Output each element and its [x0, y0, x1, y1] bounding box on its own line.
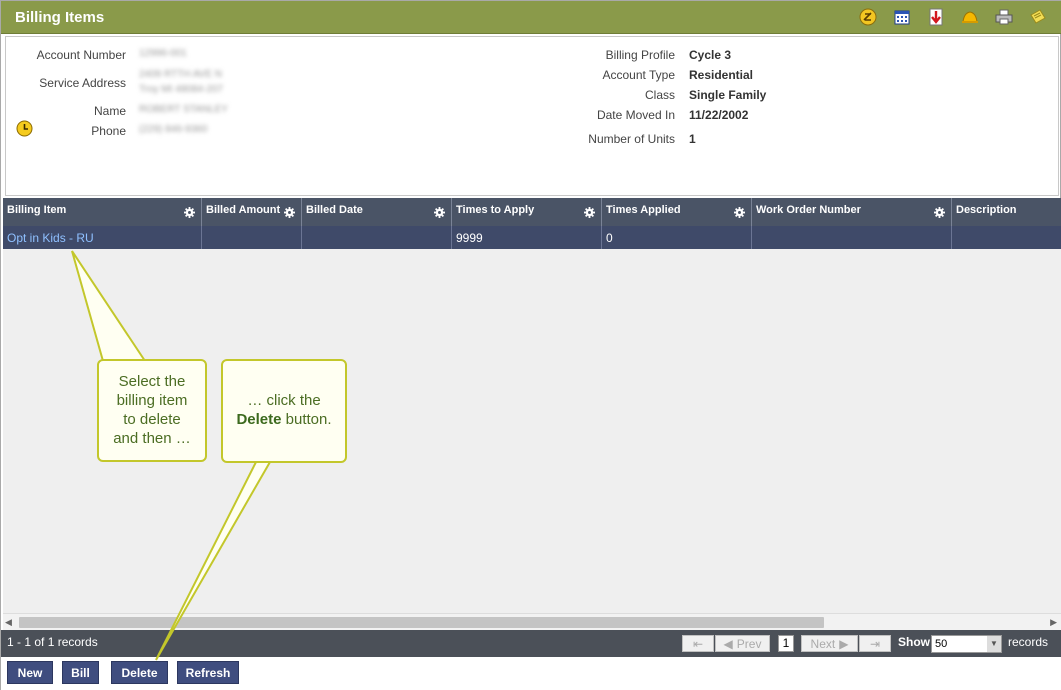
callout-2-line: … click the [247, 392, 321, 409]
scrollbar-thumb[interactable] [19, 617, 824, 628]
callout-1-line: Select the [118, 373, 186, 390]
billed-amount-cell [202, 226, 302, 249]
bill-button[interactable]: Bill [62, 661, 99, 684]
name-value-redacted: ROBERT STANLEY [139, 104, 228, 115]
billing-item-link[interactable]: Opt in Kids - RU [3, 226, 202, 249]
callout-1-line: to delete [123, 411, 181, 428]
current-page-input[interactable]: 1 [778, 635, 794, 652]
billing-items-panel: Billing Items Account Number 12996-001 S… [0, 0, 1061, 690]
notes-icon[interactable] [858, 8, 878, 26]
date-moved-in-label: Date Moved In [596, 108, 675, 122]
title-bar: Billing Items [1, 1, 1061, 34]
next-page-button[interactable]: Next ▶ [801, 635, 858, 652]
calendar-icon[interactable] [892, 8, 912, 26]
account-number-value-redacted: 12996-001 [139, 48, 187, 59]
column-header-billed-amount[interactable]: Billed Amount [202, 198, 302, 226]
callout-1-line: and then … [113, 430, 191, 447]
class-label: Class [644, 88, 675, 102]
callout-2-rest: button. [281, 411, 332, 428]
callout-1-line: billing item [116, 392, 188, 409]
account-type-label: Account Type [602, 68, 676, 82]
show-label: Show [898, 635, 930, 649]
column-header-label: Work Order Number [756, 204, 861, 216]
callout-2-bold: Delete [236, 411, 282, 428]
table-row[interactable]: Opt in Kids - RU 9999 0 [3, 226, 1061, 249]
column-header-label: Times to Apply [456, 204, 535, 216]
prev-page-button[interactable]: ◀ Prev [715, 635, 770, 652]
phone-label: Phone [91, 124, 126, 138]
records-label: records [1008, 635, 1049, 649]
billing-profile-label: Billing Profile [605, 48, 675, 62]
scroll-right-arrow-icon[interactable]: ▶ [1050, 617, 1057, 628]
column-header-label: Billed Date [306, 204, 363, 216]
column-header-times-to-apply[interactable]: Times to Apply [452, 198, 602, 226]
column-header-billing-item[interactable]: Billing Item [3, 198, 202, 226]
last-page-button[interactable]: ⇥ [859, 635, 891, 652]
first-page-icon: ⇤ [692, 636, 704, 651]
scroll-left-arrow-icon[interactable]: ◀ [5, 617, 12, 628]
date-moved-in-value: 11/22/2002 [689, 108, 749, 122]
next-label: Next [810, 636, 836, 651]
page-size-value: 50 [935, 638, 948, 650]
sticky-note-icon[interactable] [1028, 8, 1048, 26]
column-settings-gear-icon[interactable] [284, 207, 295, 218]
record-summary: 1 - 1 of 1 records [7, 635, 98, 649]
pager-bar: 1 - 1 of 1 records ⇤ ◀ Prev 1 Next ▶ ⇥ Sho… [1, 630, 1061, 657]
column-header-label: Times Applied [606, 204, 681, 216]
last-page-icon: ⇥ [869, 636, 881, 651]
callout-2-line: Delete button. [223, 410, 345, 429]
class-value: Single Family [689, 88, 767, 102]
work-order-number-cell [752, 226, 952, 249]
horizontal-scrollbar[interactable]: ◀ ▶ [3, 613, 1061, 630]
column-header-label: Billing Item [7, 204, 67, 216]
column-settings-gear-icon[interactable] [584, 207, 595, 218]
column-header-times-applied[interactable]: Times Applied [602, 198, 752, 226]
billed-date-cell [302, 226, 452, 249]
alert-bell-icon[interactable] [960, 8, 980, 26]
export-icon[interactable] [926, 8, 946, 26]
chevron-down-icon[interactable]: ▼ [987, 636, 1001, 652]
toolbar-icons [858, 8, 1048, 26]
column-header-work-order-number[interactable]: Work Order Number [752, 198, 952, 226]
next-arrow-icon: ▶ [839, 636, 849, 651]
account-type-value: Residential [689, 68, 754, 82]
column-header-label: Description [956, 204, 1017, 216]
print-icon[interactable] [994, 8, 1014, 26]
prev-arrow-icon: ◀ [723, 636, 733, 651]
first-page-button[interactable]: ⇤ [682, 635, 714, 652]
column-settings-gear-icon[interactable] [434, 207, 445, 218]
name-label: Name [93, 104, 126, 118]
refresh-button[interactable]: Refresh [177, 661, 239, 684]
column-settings-gear-icon[interactable] [734, 207, 745, 218]
callout-click-delete: … click the Delete button. [221, 359, 347, 463]
column-header-description[interactable]: Description [952, 198, 1061, 226]
callout-select-item: Select the billing item to delete and th… [97, 359, 207, 462]
description-cell [952, 226, 1061, 249]
grid-header: Billing Item Billed Amount Billed Date T… [3, 198, 1061, 226]
prev-label: Prev [736, 636, 762, 651]
times-to-apply-cell: 9999 [452, 226, 602, 249]
service-address-line1-redacted: 2409 RTTH AVE N [139, 69, 222, 80]
panel-title: Billing Items [15, 9, 105, 26]
column-header-label: Billed Amount [206, 204, 281, 216]
column-settings-gear-icon[interactable] [184, 207, 195, 218]
account-number-label: Account Number [36, 48, 126, 62]
page-size-select[interactable]: 50 ▼ [931, 635, 1002, 653]
action-bar: New Bill Delete Refresh [1, 657, 1061, 690]
delete-button[interactable]: Delete [111, 661, 168, 684]
new-button[interactable]: New [7, 661, 53, 684]
service-address-label: Service Address [39, 76, 126, 90]
number-of-units-value: 1 [689, 132, 696, 146]
column-settings-gear-icon[interactable] [934, 207, 945, 218]
times-applied-cell: 0 [602, 226, 752, 249]
column-header-billed-date[interactable]: Billed Date [302, 198, 452, 226]
service-address-line2-redacted: Troy MI 48084-207 [139, 84, 224, 95]
account-info-panel: Account Number 12996-001 Service Address… [5, 36, 1059, 196]
billing-profile-value: Cycle 3 [689, 48, 732, 62]
number-of-units-label: Number of Units [588, 132, 675, 146]
phone-value-redacted: (229) 846-9360 [139, 124, 208, 135]
